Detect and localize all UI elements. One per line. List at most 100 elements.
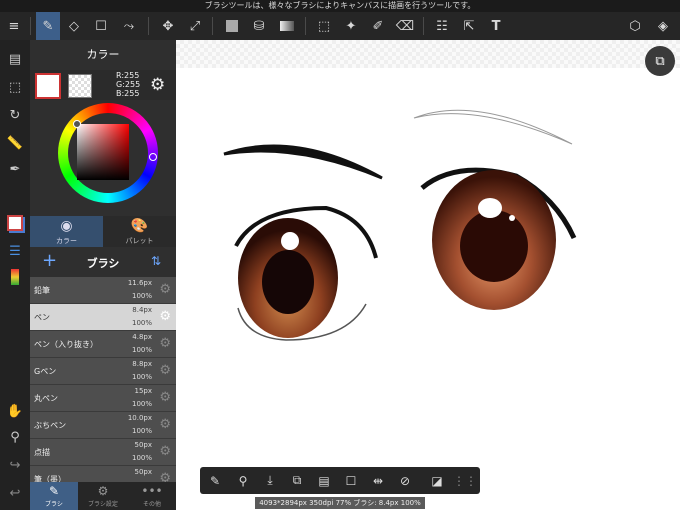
- brush-settings-gear-icon[interactable]: ⚙: [159, 417, 171, 432]
- status-bar: 4093*2894px 350dpi 77% ブラシ: 8.4px 100%: [255, 497, 425, 509]
- frame-icon[interactable]: ☷: [430, 12, 454, 40]
- eraser-icon[interactable]: ◇: [62, 12, 86, 40]
- brush-settings-gear-icon[interactable]: ⚙: [159, 444, 171, 459]
- layers-icon[interactable]: ◈: [650, 12, 676, 40]
- fill-color-icon[interactable]: [220, 12, 244, 40]
- tab-brush[interactable]: ✎ ブラシ: [30, 482, 78, 510]
- spline-icon[interactable]: ⤳: [116, 12, 142, 40]
- brush-row-round-pen[interactable]: 丸ペン 15px 100% ⚙: [30, 385, 176, 412]
- right-pupil: [460, 210, 528, 282]
- sort-icon[interactable]: ⇅: [151, 254, 161, 268]
- selection-icon[interactable]: ⬚: [0, 74, 30, 100]
- palette-icon: 🎨: [130, 218, 149, 234]
- rgb-b: B:255: [116, 89, 140, 98]
- hand-icon[interactable]: ✋: [0, 398, 30, 424]
- color-icon[interactable]: [0, 210, 30, 236]
- 3d-icon[interactable]: ⬡: [622, 12, 648, 40]
- right-eyebrow-sketch: [413, 109, 573, 145]
- redo-icon[interactable]: ↪: [0, 452, 30, 478]
- brush-row-pencil[interactable]: 鉛筆 11.6px 100% ⚙: [30, 277, 176, 304]
- side-panel: カラー R:255 G:255 B:255 ⚙ ◉ カラー 🎨 パレット + ブラシ…: [30, 40, 176, 510]
- snap-off-icon[interactable]: ⊘: [392, 467, 418, 494]
- left-pupil: [262, 250, 314, 314]
- brush-row-pen-taper[interactable]: ペン（入り抜き） 4.8px 100% ⚙: [30, 331, 176, 358]
- brush-row-pen[interactable]: ペン 8.4px 100% ⚙: [30, 304, 176, 331]
- rotate-icon[interactable]: ↻: [0, 102, 30, 128]
- background-color-swatch[interactable]: [68, 74, 92, 98]
- tool-hint-bar: ブラシツールは、様々なブラシによりキャンバスに描画を行うツールです。: [0, 0, 680, 12]
- tab-color[interactable]: ◉ カラー: [30, 216, 103, 247]
- color-tabs: ◉ カラー 🎨 パレット: [30, 216, 176, 247]
- brush-settings-gear-icon[interactable]: ⚙: [159, 363, 171, 378]
- main-toolbar: ≡ ✎ ◇ ☐ ⤳ ✥ ⤢ ⛁ ⬚ ✦ ✐ ⌫ ☷ ⇱ T ⬡ ◈: [0, 12, 680, 40]
- brush-header: + ブラシ ⇅: [30, 247, 176, 277]
- handle-icon[interactable]: ⋮⋮: [452, 467, 478, 494]
- operation-icon[interactable]: ⇱: [457, 12, 481, 40]
- brush-settings-gear-icon[interactable]: ⚙: [159, 282, 171, 297]
- brush-row-stipple[interactable]: 点描 50px 100% ⚙: [30, 439, 176, 466]
- palette-icon[interactable]: [0, 264, 30, 290]
- layer-list-icon[interactable]: ▤: [0, 46, 30, 72]
- left-eyebrow: [223, 144, 383, 180]
- color-circle-icon: ◉: [60, 218, 73, 234]
- brush-icon[interactable]: ✎: [36, 12, 60, 40]
- tab-brush-settings[interactable]: ⚙ ブラシ設定: [79, 482, 127, 510]
- eyedropper-icon[interactable]: ⚲: [230, 467, 256, 494]
- rgb-readout: R:255 G:255 B:255: [116, 71, 140, 98]
- color-swatch-row: R:255 G:255 B:255 ⚙: [30, 70, 176, 100]
- brush-row-edge-pen[interactable]: ぶちペン 10.0px 100% ⚙: [30, 412, 176, 439]
- rgb-r: R:255: [116, 71, 140, 80]
- snap-pen-icon[interactable]: ✒: [0, 156, 30, 182]
- color-square[interactable]: [77, 124, 129, 180]
- tab-palette[interactable]: 🎨 パレット: [103, 216, 176, 247]
- select-pen-icon[interactable]: ✐: [366, 12, 390, 40]
- rgb-g: G:255: [116, 80, 141, 89]
- brush-row-ink-brush[interactable]: 筆（墨） 50px ⚙: [30, 466, 176, 482]
- brush-row-g-pen[interactable]: Gペン 8.8px 100% ⚙: [30, 358, 176, 385]
- brush-list-icon[interactable]: ☰: [0, 238, 30, 264]
- draft-icon[interactable]: ◪: [424, 467, 450, 494]
- rectangle-icon[interactable]: ☐: [89, 12, 113, 40]
- more-icon: •••: [141, 484, 163, 498]
- tab-other[interactable]: ••• その他: [128, 482, 176, 510]
- flip-icon[interactable]: ⇹: [365, 467, 391, 494]
- canvas-transparent-strip: [176, 40, 680, 68]
- transform-icon[interactable]: ⤢: [183, 12, 207, 40]
- gradient-icon[interactable]: [274, 12, 300, 40]
- eyedropper-icon[interactable]: ⚲: [0, 424, 30, 450]
- color-picker-area: [30, 100, 176, 216]
- select-icon[interactable]: ⬚: [312, 12, 336, 40]
- panel-bottom-tabs: ✎ ブラシ ⚙ ブラシ設定 ••• その他: [30, 482, 176, 510]
- bucket-icon[interactable]: ⛁: [247, 12, 271, 40]
- brush-icon: ✎: [48, 484, 60, 498]
- move-icon[interactable]: ✥: [156, 12, 180, 40]
- canvas-icon[interactable]: ☐: [338, 467, 364, 494]
- panel-title: カラー: [30, 40, 176, 70]
- magic-wand-icon[interactable]: ✦: [339, 12, 363, 40]
- drawing-canvas[interactable]: [176, 68, 680, 468]
- import-icon[interactable]: ⤓: [257, 467, 283, 494]
- right-highlight: [478, 198, 502, 218]
- bottom-toolbar: ✎ ⚲ ⤓ ⧉ ▤ ☐ ⇹ ⊘ ◪ ⋮⋮: [200, 467, 480, 494]
- brush-settings-gear-icon[interactable]: ⚙: [159, 336, 171, 351]
- text-icon[interactable]: T: [484, 12, 508, 40]
- gear-icon[interactable]: ⚙: [150, 75, 165, 95]
- stabilizer-icon[interactable]: ✎: [202, 467, 228, 494]
- brush-settings-gear-icon[interactable]: ⚙: [159, 390, 171, 405]
- copy-icon[interactable]: ⧉: [284, 467, 310, 494]
- paste-icon[interactable]: ▤: [311, 467, 337, 494]
- left-highlight: [281, 232, 299, 250]
- status-text: 4093*2894px 350dpi 77% ブラシ: 8.4px 100%: [259, 499, 421, 507]
- brush-list: 鉛筆 11.6px 100% ⚙ ペン 8.4px 100% ⚙ ペン（入り抜き） 4.8px…: [30, 277, 176, 482]
- left-toolbar: ▤ ⬚ ↻ 📏 ✒ ☰ ✋ ⚲ ↪ ↩: [0, 40, 30, 510]
- menu-icon[interactable]: ≡: [0, 12, 28, 40]
- brush-settings-gear-icon[interactable]: ⚙: [159, 309, 171, 324]
- select-eraser-icon[interactable]: ⌫: [393, 12, 417, 40]
- hue-handle[interactable]: [149, 153, 157, 161]
- ruler-icon[interactable]: 📏: [0, 130, 30, 156]
- brush-settings-gear-icon[interactable]: ⚙: [159, 471, 171, 482]
- color-square-handle[interactable]: [73, 120, 81, 128]
- tool-hint-text: ブラシツールは、様々なブラシによりキャンバスに描画を行うツールです。: [204, 1, 476, 10]
- undo-icon[interactable]: ↩: [0, 480, 30, 506]
- foreground-color-swatch[interactable]: [35, 73, 61, 99]
